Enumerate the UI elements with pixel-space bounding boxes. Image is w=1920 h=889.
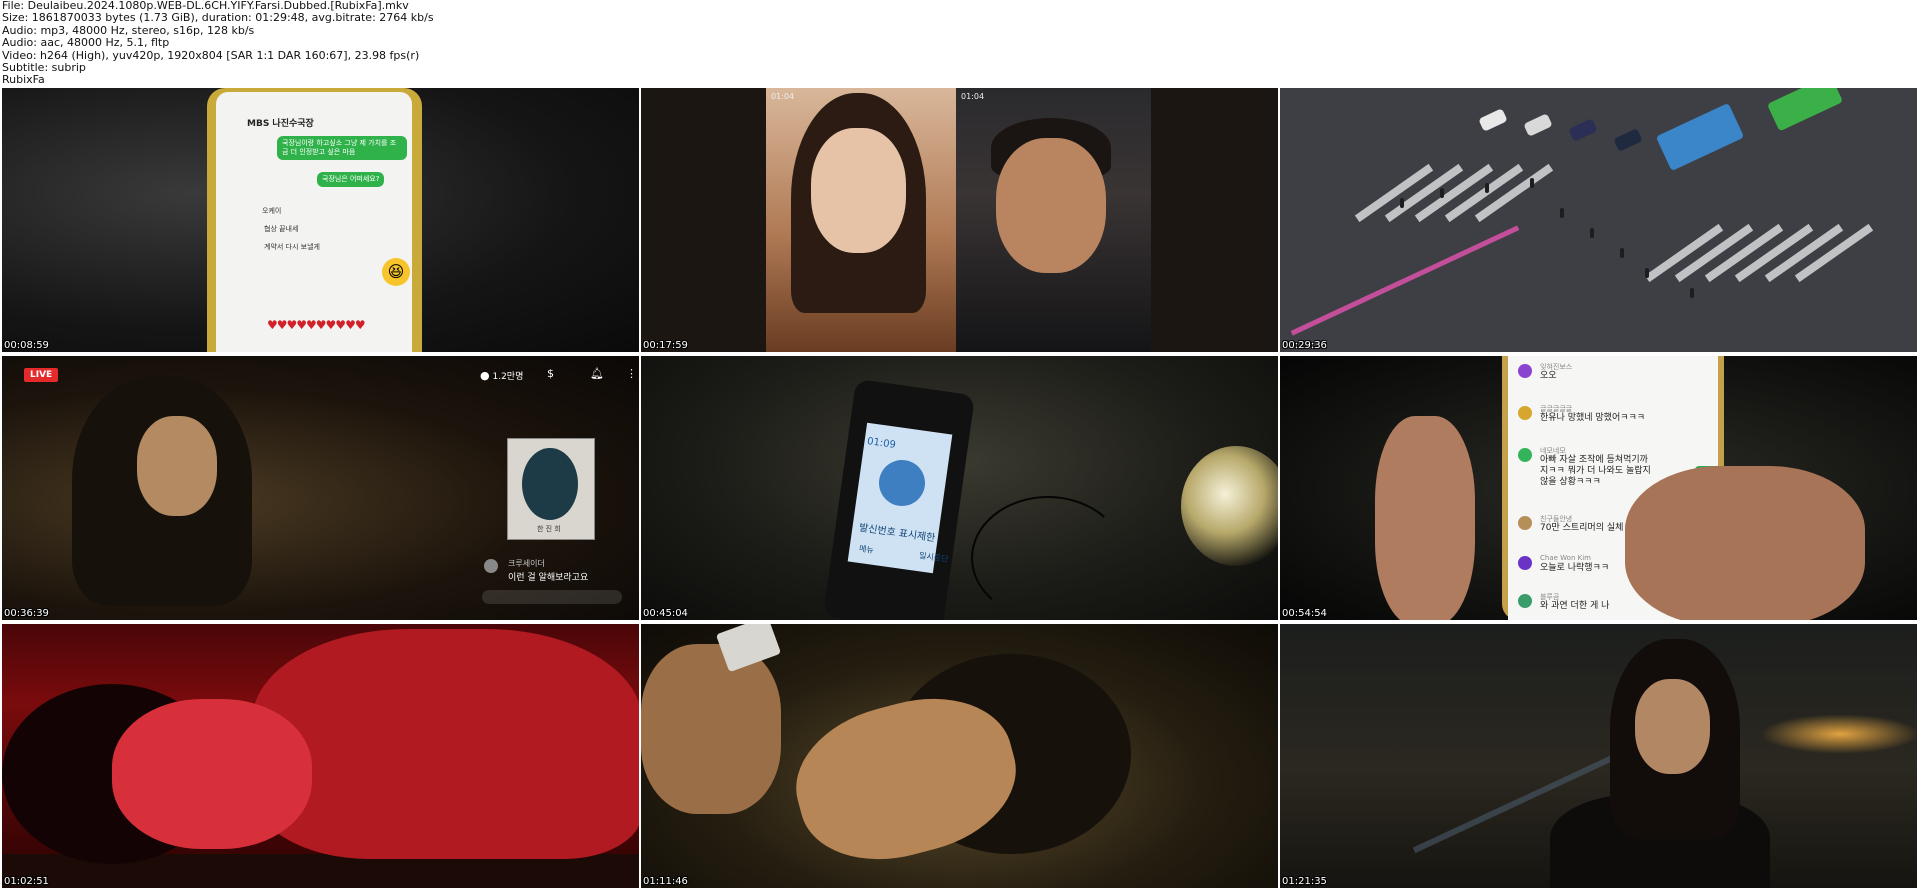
left-hand [1375, 416, 1475, 620]
menu-softkey: 메뉴 [858, 544, 875, 555]
timestamp: 01:02:51 [4, 876, 49, 887]
live-badge: LIVE [24, 368, 59, 382]
pedestrian [1530, 178, 1534, 188]
pedestrian [1645, 268, 1649, 278]
pedestrian [1620, 248, 1624, 258]
donation-icon: $ [547, 367, 554, 380]
bell-icon: 🔔︎ [590, 367, 604, 380]
portrait-name: 한 진 희 [537, 525, 561, 533]
comment-text: 와 과연 더한 게 나 [1540, 601, 1610, 611]
call-time-left: 01:04 [771, 92, 795, 101]
right-hand [1625, 466, 1865, 620]
comment-text: 70만 스트리머의 실체ㅋ [1540, 523, 1632, 533]
timestamp: 00:17:59 [643, 340, 688, 351]
chat-message-3: 계약서 다시 보낼게 [264, 243, 320, 251]
commenter-name: 크루세이더 [508, 559, 545, 568]
portrait-figure [522, 448, 578, 520]
release-tag: RubixFa [2, 73, 45, 87]
file-info: File: Deulaibeu.2024.1080p.WEB-DL.6CH.YI… [2, 0, 434, 87]
bike-lane [1290, 225, 1520, 336]
timestamp: 01:11:46 [643, 876, 688, 887]
timestamp: 00:08:59 [4, 340, 49, 351]
timestamp: 00:45:04 [643, 608, 688, 619]
woman-face [811, 128, 906, 253]
more-options-icon: ⋮ [626, 367, 637, 380]
subtitle-info: Subtitle: subrip [2, 61, 86, 75]
commenter-avatar [1518, 594, 1532, 608]
comment-text: 오오 [1540, 371, 1557, 381]
thumbnail-5: 01:09 발신번호 표시제한 메뉴 일시중단 00:45:04 [641, 356, 1278, 620]
comment-text: 한유나 망했네 망했어ㅋㅋㅋ [1540, 413, 1646, 423]
commenter-avatar [1518, 406, 1532, 420]
comment-text: 오늘로 나락행ㅋㅋ [1540, 563, 1610, 573]
car [1613, 128, 1643, 152]
thumbnail-7: 01:02:51 [2, 624, 639, 888]
laughing-emoji-icon: 😆 [382, 258, 410, 286]
commenter-avatar [1518, 364, 1532, 378]
timestamp: 00:54:54 [1282, 608, 1327, 619]
page: File: Deulaibeu.2024.1080p.WEB-DL.6CH.YI… [0, 0, 1920, 889]
chat-message-2: 협상 끝내세 [264, 225, 299, 233]
streamer-face [137, 416, 217, 516]
street-light-glow [1760, 714, 1917, 754]
pedestrian [1690, 288, 1694, 298]
viewer-count-label: 1.2만명 [492, 372, 524, 382]
thumbnail-grid: MBS 나진수국장 국장님이랑 하고싶소 그냥 제 가치를 조금 더 인정받고 … [2, 88, 1918, 888]
comment-item: 글글글글글 한유나 망했네 망했어ㅋㅋㅋ [1518, 404, 1708, 434]
thumbnail-6: 잊혀진보스 오오 글글글글글 한유나 망했네 망했어ㅋㅋㅋ 네모네모 아빠 자살… [1280, 356, 1917, 620]
file-size: Size: 1861870033 bytes (1.73 GiB), durat… [2, 11, 434, 25]
chat-bubble-1: 국장님이랑 하고싶소 그냥 제 가치를 조금 더 인정받고 싶은 마음 [277, 136, 407, 160]
car [1523, 113, 1553, 137]
thumbnail-4: LIVE ● 1.2만명 $ 🔔︎ ⋮ 한 진 희 크루세이더 이런 걸 알해보… [2, 356, 639, 620]
thumbnail-8: 01:11:46 [641, 624, 1278, 888]
phone-screen [216, 92, 412, 352]
hand [641, 644, 781, 814]
chat-bubble-2: 국장님은 어떠세요? [317, 172, 385, 187]
commenter-avatar [1518, 448, 1532, 462]
commenter-avatar [1518, 556, 1532, 570]
cable [971, 496, 1125, 620]
thumbnail-9: 01:21:35 [1280, 624, 1917, 888]
timestamp: 00:36:39 [4, 608, 49, 619]
car [1478, 108, 1508, 132]
comment-text: 이런 걸 알해보라고요 [508, 573, 589, 583]
audio-track-2: Audio: aac, 48000 Hz, 5.1, fltp [2, 36, 170, 50]
timestamp: 00:29:36 [1282, 340, 1327, 351]
call-time-right: 01:04 [961, 92, 985, 101]
person-icon: ● [480, 369, 490, 382]
pedestrian [1440, 188, 1444, 198]
person-face [112, 699, 312, 849]
pedestrian [1400, 198, 1404, 208]
chat-input-box [482, 590, 622, 604]
thumbnail-2: 01:04 01:04 00:17:59 [641, 88, 1278, 352]
commenter-name: Chae Won Kim [1540, 554, 1591, 562]
man-face [996, 138, 1106, 273]
pedestrian [1485, 183, 1489, 193]
pedestrian [1590, 228, 1594, 238]
commenter-avatar [1518, 516, 1532, 530]
hearts-row: ♥♥♥♥♥♥♥♥♥♥ [267, 318, 366, 332]
chat-title: MBS 나진수국장 [247, 119, 314, 129]
wine-glass [1181, 446, 1278, 566]
chat-message-1: 오케이 [262, 207, 282, 215]
person-body [252, 629, 639, 859]
timestamp: 01:21:35 [1282, 876, 1327, 887]
bus [1766, 88, 1844, 132]
car [1568, 118, 1598, 142]
thumbnail-3: 00:29:36 [1280, 88, 1917, 352]
person-face [1635, 679, 1710, 774]
pedestrian [1560, 208, 1564, 218]
comment-text: 아빠 자살 조작에 등쳐먹기까 지ㅋㅋ 뭐가 더 나와도 놀랍지 않을 상황ㅋㅋ… [1540, 455, 1651, 487]
commenter-avatar [484, 559, 498, 573]
thumbnail-1: MBS 나진수국장 국장님이랑 하고싶소 그냥 제 가치를 조금 더 인정받고 … [2, 88, 639, 352]
bus [1655, 102, 1745, 172]
comment-item: 잊혀진보스 오오 [1518, 362, 1708, 392]
viewer-count: ● 1.2만명 [480, 369, 523, 382]
